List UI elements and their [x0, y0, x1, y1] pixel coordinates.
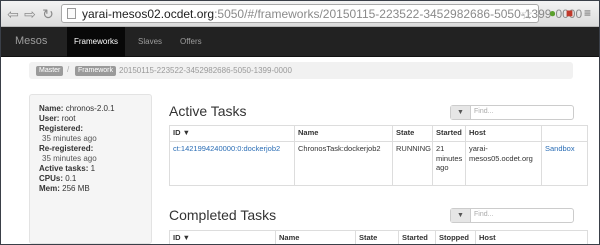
- breadcrumb: Master / Framework 20150115-223522-34529…: [29, 62, 573, 79]
- task-id-link[interactable]: ct:1421994240000:0:dockerjob2: [173, 144, 280, 153]
- column-header-started[interactable]: Started: [398, 230, 436, 244]
- column-header-id[interactable]: ID ▼: [169, 230, 276, 244]
- info-reregistered-label: Re-registered:: [39, 144, 94, 153]
- active-tasks-filter[interactable]: ▼ Find...: [450, 105, 574, 120]
- completed-tasks-filter[interactable]: ▼ Find...: [450, 208, 574, 223]
- completed-tasks-title: Completed Tasks: [169, 207, 277, 223]
- column-header-id[interactable]: ID ▼: [169, 125, 295, 142]
- table-header-row: ID ▼ Name State Started Host: [169, 125, 588, 142]
- framework-info-panel: Name: chronos-2.0.1 User: root Registere…: [29, 94, 152, 244]
- column-header-host[interactable]: Host: [475, 230, 588, 244]
- info-registered-label: Registered:: [39, 124, 84, 133]
- filter-icon[interactable]: ▼: [451, 209, 471, 222]
- url-text[interactable]: yarai-mesos02.ocdet.org:5050/#/framework…: [82, 7, 582, 21]
- column-header-host[interactable]: Host: [465, 125, 542, 142]
- active-tasks-filter-input[interactable]: Find...: [474, 108, 493, 115]
- table-header-row: ID ▼ Name State Started Stopped Host: [169, 230, 588, 244]
- brand-logo[interactable]: Mesos: [15, 35, 47, 47]
- nav-slaves[interactable]: Slaves: [131, 27, 169, 57]
- column-header-state[interactable]: State: [355, 230, 399, 244]
- reload-icon[interactable]: ↻: [40, 6, 56, 22]
- browser-toolbar: ⇦ ⇨ ↻ yarai-mesos02.ocdet.org:5050/#/fra…: [1, 1, 599, 27]
- extension-badge-icon[interactable]: ■: [562, 6, 577, 21]
- completed-tasks-filter-input[interactable]: Find...: [474, 211, 493, 218]
- task-host: yarai-mesos05.ocdet.org: [465, 141, 542, 186]
- info-name: Name: chronos-2.0.1: [39, 104, 115, 113]
- active-tasks-title: Active Tasks: [169, 103, 247, 119]
- column-header-name[interactable]: Name: [294, 125, 393, 142]
- column-header-name[interactable]: Name: [275, 230, 356, 244]
- info-active-tasks: Active tasks: 1: [39, 164, 96, 173]
- nav-frameworks[interactable]: Frameworks: [67, 27, 126, 57]
- info-reregistered-value: 35 minutes ago: [42, 154, 97, 163]
- column-header-sandbox: [541, 125, 588, 142]
- task-state: RUNNING: [392, 141, 433, 186]
- info-user: User: root: [39, 114, 76, 123]
- bookmark-star-icon[interactable]: ☆: [520, 6, 533, 22]
- breadcrumb-framework-id: 20150115-223522-3452982686-5050-1399-000…: [119, 66, 292, 75]
- task-started: 21 minutes ago: [432, 141, 466, 186]
- address-bar[interactable]: yarai-mesos02.ocdet.org:5050/#/framework…: [61, 4, 582, 23]
- app-navbar: Mesos Frameworks Slaves Offers: [1, 27, 599, 57]
- breadcrumb-separator: /: [67, 65, 70, 74]
- column-header-state[interactable]: State: [392, 125, 433, 142]
- filter-icon[interactable]: ▼: [451, 106, 471, 119]
- page-icon: [67, 8, 76, 19]
- breadcrumb-master[interactable]: Master: [36, 66, 64, 76]
- task-name: ChronosTask:dockerjob2: [294, 141, 393, 186]
- back-icon[interactable]: ⇦: [5, 6, 21, 22]
- info-cpus: CPUs: 0.1: [39, 174, 77, 183]
- active-tasks-table: ID ▼ Name State Started Host ct:14219942…: [169, 125, 588, 186]
- breadcrumb-framework: Framework: [75, 66, 117, 76]
- column-header-started[interactable]: Started: [432, 125, 466, 142]
- table-row: ct:1421994240000:0:dockerjob2 ChronosTas…: [169, 141, 588, 186]
- column-header-stopped[interactable]: Stopped: [435, 230, 476, 244]
- menu-icon[interactable]: ≡: [580, 6, 595, 21]
- nav-offers[interactable]: Offers: [173, 27, 209, 57]
- info-registered-value: 35 minutes ago: [42, 134, 97, 143]
- forward-icon[interactable]: ⇨: [22, 6, 38, 22]
- completed-tasks-table: ID ▼ Name State Started Stopped Host: [169, 230, 588, 244]
- sandbox-link[interactable]: Sandbox: [545, 144, 575, 153]
- android-extension-icon[interactable]: ●: [545, 6, 560, 21]
- browser-window: ⇦ ⇨ ↻ yarai-mesos02.ocdet.org:5050/#/fra…: [1, 1, 599, 244]
- info-mem: Mem: 256 MB: [39, 184, 90, 193]
